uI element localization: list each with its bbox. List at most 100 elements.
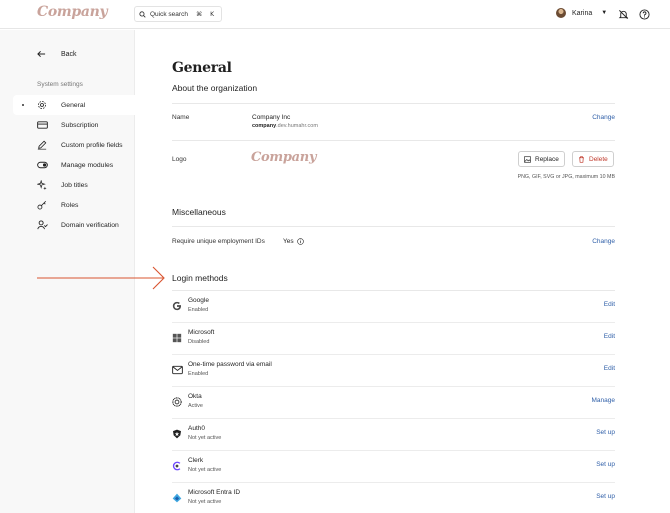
login-method-status: Not yet active [188, 499, 222, 505]
arrow-left-icon [37, 50, 46, 58]
sidebar-item-general[interactable]: General [13, 95, 135, 115]
avatar [556, 8, 566, 18]
login-method-status: Disabled [188, 339, 210, 345]
employment-ids-value: Yes [283, 238, 304, 245]
help-button[interactable] [638, 8, 650, 20]
setup-entra-id-link[interactable]: Set up [596, 493, 615, 500]
login-method-microsoft: Microsoft Disabled Edit [172, 323, 615, 355]
chevron-down-icon: ▼ [601, 10, 608, 16]
gear-icon [38, 101, 46, 109]
logo-label: Logo [172, 156, 187, 163]
search-shortcut: ⌘ K [196, 10, 217, 18]
help-circle-icon [638, 8, 650, 20]
sidebar-item-subscription[interactable]: Subscription [13, 115, 135, 135]
login-method-name: One-time password via email [188, 361, 272, 368]
edit-email-otp-link[interactable]: Edit [604, 365, 615, 372]
auth0-icon [173, 429, 181, 439]
image-icon [524, 155, 531, 163]
sidebar-item-label: Custom profile fields [61, 141, 123, 149]
setup-auth0-link[interactable]: Set up [596, 429, 615, 436]
employment-ids-label: Require unique employment IDs [172, 238, 265, 245]
bell-off-icon [618, 9, 628, 19]
login-method-name: Auth0 [188, 425, 205, 432]
sidebar-item-custom-profile-fields[interactable]: Custom profile fields [13, 135, 135, 155]
back-label: Back [61, 50, 77, 58]
name-label: Name [172, 114, 190, 121]
back-button[interactable]: Back [37, 50, 77, 58]
login-method-status: Active [188, 403, 203, 409]
user-name: Karina [572, 9, 593, 17]
login-method-status: Enabled [188, 307, 209, 313]
sidebar-item-roles[interactable]: Roles [13, 195, 135, 215]
login-method-status: Not yet active [188, 467, 222, 473]
login-method-entra-id: Microsoft Entra ID Not yet active Set up [172, 483, 615, 513]
setup-clerk-link[interactable]: Set up [596, 461, 615, 468]
login-method-email-otp: One-time password via email Enabled Edit [172, 355, 615, 387]
clerk-icon [172, 461, 181, 471]
replace-label: Replace [535, 155, 559, 163]
active-indicator [22, 104, 24, 106]
login-method-clerk: Clerk Not yet active Set up [172, 451, 615, 483]
login-method-status: Enabled [188, 371, 209, 377]
org-subdomain: company [252, 123, 277, 129]
login-method-auth0: Auth0 Not yet active Set up [172, 419, 615, 451]
sparkle-icon [37, 180, 47, 190]
employment-ids-value-text: Yes [283, 238, 294, 245]
delete-label: Delete [589, 155, 608, 163]
search-placeholder: Quick search [150, 10, 188, 18]
change-employment-ids-link[interactable]: Change [592, 238, 615, 245]
sidebar-item-label: Domain verification [61, 221, 119, 229]
manage-okta-link[interactable]: Manage [592, 397, 616, 404]
notifications-button[interactable] [617, 8, 629, 20]
divider [172, 140, 615, 141]
sidebar-item-label: Manage modules [61, 161, 114, 169]
edit-microsoft-link[interactable]: Edit [604, 333, 615, 340]
page-title: General [172, 60, 232, 76]
company-logo[interactable]: Company [37, 4, 108, 20]
pencil-icon [37, 140, 47, 150]
sidebar-item-label: Job titles [61, 181, 88, 189]
sidebar-item-label: Roles [61, 201, 79, 209]
annotation-arrow [37, 266, 165, 290]
entra-id-icon [172, 493, 182, 503]
login-method-name: Google [188, 297, 209, 304]
section-heading-miscellaneous: Miscellaneous [172, 207, 226, 217]
section-heading-login-methods: Login methods [172, 273, 228, 283]
organization-logo-preview: Company [251, 150, 317, 165]
sidebar-item-job-titles[interactable]: Job titles [13, 175, 135, 195]
replace-logo-button[interactable]: Replace [518, 151, 565, 167]
org-name: Company Inc [252, 114, 291, 121]
okta-icon [172, 397, 182, 407]
settings-nav: General Subscription Custom profile fiel… [13, 95, 135, 235]
org-domain-suffix: .dev.humahr.com [276, 123, 318, 129]
login-method-name: Microsoft [188, 329, 215, 336]
divider [172, 226, 615, 227]
sidebar-item-manage-modules[interactable]: Manage modules [13, 155, 135, 175]
change-name-link[interactable]: Change [592, 114, 615, 121]
sidebar-item-domain-verification[interactable]: Domain verification [13, 215, 135, 235]
key-icon [37, 200, 47, 210]
mail-icon [172, 365, 183, 375]
microsoft-icon [172, 333, 182, 343]
login-method-status: Not yet active [188, 435, 222, 441]
login-method-name: Microsoft Entra ID [188, 489, 241, 496]
user-check-icon [37, 220, 48, 230]
delete-logo-button[interactable]: Delete [572, 151, 614, 167]
toggle-icon [37, 161, 48, 169]
login-method-okta: Okta Active Manage [172, 387, 615, 419]
login-method-name: Okta [188, 393, 202, 400]
trash-icon [579, 155, 584, 163]
edit-google-link[interactable]: Edit [604, 301, 615, 308]
org-domain: company.dev.humahr.com [252, 123, 318, 129]
top-bar: Company Quick search ⌘ K Karina ▼ [0, 0, 670, 29]
info-icon[interactable] [296, 238, 304, 245]
search-icon [139, 10, 146, 18]
credit-card-icon [37, 121, 48, 129]
sidebar-section-title: System settings [37, 81, 83, 88]
sidebar-item-label: Subscription [61, 121, 99, 129]
sidebar-item-label: General [61, 101, 86, 109]
login-method-google: Google Enabled Edit [172, 291, 615, 323]
login-method-name: Clerk [188, 457, 204, 464]
user-menu[interactable]: Karina ▼ [556, 8, 607, 18]
quick-search[interactable]: Quick search ⌘ K [134, 6, 222, 22]
